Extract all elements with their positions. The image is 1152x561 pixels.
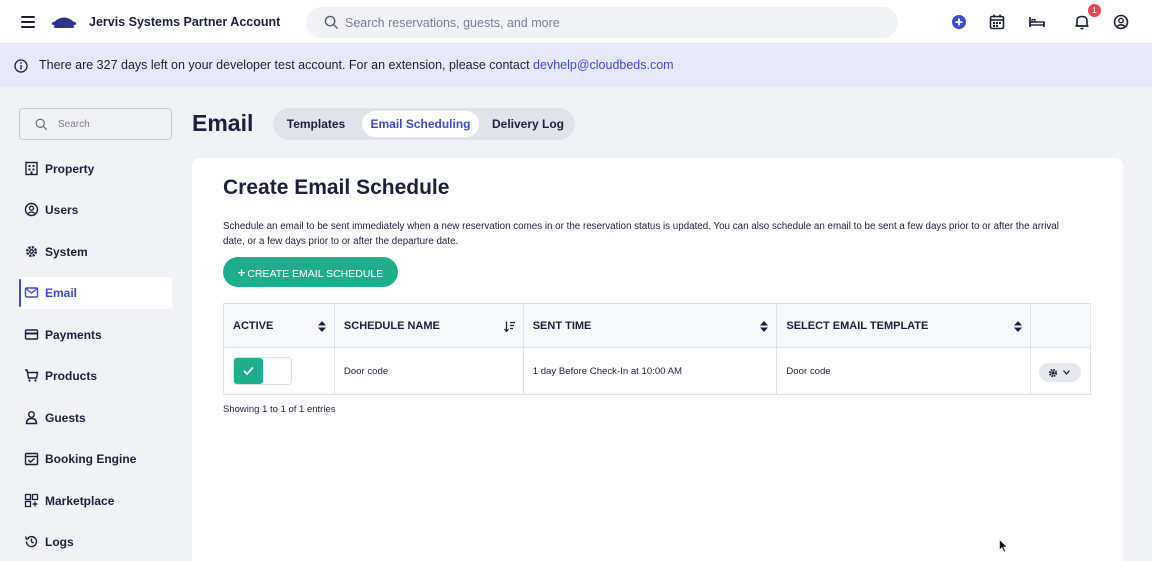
sidebar-item-system[interactable]: System bbox=[19, 236, 172, 268]
sidebar-item-label: System bbox=[45, 245, 88, 259]
search-icon bbox=[35, 118, 48, 131]
calendar-check-icon bbox=[24, 452, 39, 466]
active-toggle[interactable] bbox=[233, 357, 292, 385]
sidebar-search-input[interactable] bbox=[58, 109, 168, 139]
sidebar-item-logs[interactable]: Logs bbox=[19, 526, 172, 558]
table-row: Door code 1 day Before Check-In at 10:00… bbox=[223, 347, 1091, 395]
column-header-select-email-template[interactable]: SELECT EMAIL TEMPLATE bbox=[776, 303, 1032, 348]
sort-icon bbox=[1014, 321, 1023, 332]
mouse-cursor-icon bbox=[999, 539, 1008, 553]
info-icon bbox=[14, 59, 28, 73]
actions-cell bbox=[1030, 347, 1091, 395]
search-icon bbox=[324, 15, 339, 30]
sort-descending-icon bbox=[503, 321, 515, 332]
notification-badge: 1 bbox=[1088, 4, 1101, 17]
sidebar-item-label: Users bbox=[45, 203, 79, 217]
account-name[interactable]: Jervis Systems Partner Account bbox=[89, 15, 280, 29]
column-header-actions bbox=[1030, 303, 1091, 348]
menu-icon[interactable] bbox=[21, 16, 35, 28]
sidebar-item-label: Products bbox=[45, 369, 98, 383]
banner-text: There are 327 days left on your develope… bbox=[39, 58, 674, 72]
column-header-active[interactable]: ACTIVE bbox=[223, 303, 335, 348]
global-search[interactable] bbox=[306, 7, 898, 38]
tab-delivery-log[interactable]: Delivery Log bbox=[484, 111, 572, 137]
user-account-icon[interactable] bbox=[1112, 13, 1130, 31]
chevron-down-icon bbox=[1063, 370, 1071, 375]
table-entries-info: Showing 1 to 1 of 1 entries bbox=[223, 404, 336, 415]
banner-message: There are 327 days left on your develope… bbox=[39, 58, 534, 72]
support-email-link[interactable]: devhelp@cloudbeds.com bbox=[533, 58, 674, 72]
checkmark-icon bbox=[243, 366, 254, 376]
sidebar-item-users[interactable]: Users bbox=[19, 194, 172, 226]
template-cell: Door code bbox=[776, 347, 1032, 395]
person-icon bbox=[25, 411, 38, 425]
add-circle-icon[interactable] bbox=[950, 13, 968, 31]
page-title: Email bbox=[192, 110, 254, 136]
sidebar-item-label: Marketplace bbox=[45, 494, 115, 508]
cloudbeds-logo-icon[interactable] bbox=[51, 12, 77, 30]
column-header-schedule-name[interactable]: SCHEDULE NAME bbox=[333, 303, 524, 348]
global-search-input[interactable] bbox=[345, 7, 865, 38]
row-actions-dropdown[interactable] bbox=[1039, 363, 1082, 382]
active-cell bbox=[223, 347, 335, 395]
create-email-schedule-button[interactable]: + CREATE EMAIL SCHEDULE bbox=[223, 257, 398, 287]
sort-icon bbox=[317, 321, 326, 332]
column-header-label: SCHEDULE NAME bbox=[343, 319, 440, 332]
sidebar-item-label: Email bbox=[45, 286, 78, 300]
column-header-label: ACTIVE bbox=[233, 319, 274, 332]
sidebar-item-property[interactable]: Property bbox=[19, 153, 172, 185]
email-schedule-card: Create Email Schedule Schedule an email … bbox=[192, 158, 1123, 561]
building-icon bbox=[25, 161, 38, 176]
sidebar-item-products[interactable]: Products bbox=[19, 360, 172, 392]
gear-icon bbox=[1048, 368, 1058, 378]
sidebar-item-label: Payments bbox=[45, 328, 102, 342]
sidebar-item-payments[interactable]: Payments bbox=[19, 319, 172, 351]
bed-icon[interactable] bbox=[1028, 13, 1046, 31]
cart-icon bbox=[25, 369, 39, 382]
sidebar-item-booking-engine[interactable]: Booking Engine bbox=[19, 443, 172, 475]
history-icon bbox=[24, 535, 38, 548]
column-header-label: SELECT EMAIL TEMPLATE bbox=[786, 319, 929, 332]
sidebar-item-label: Logs bbox=[45, 535, 74, 549]
sent-time-cell: 1 day Before Check-In at 10:00 AM bbox=[522, 347, 778, 395]
info-banner: There are 327 days left on your develope… bbox=[0, 45, 1152, 87]
tab-templates[interactable]: Templates bbox=[276, 111, 356, 137]
sort-icon bbox=[760, 321, 769, 332]
sidebar-item-label: Guests bbox=[45, 411, 86, 425]
bell-icon[interactable] bbox=[1073, 13, 1091, 31]
section-description: Schedule an email to be sent immediately… bbox=[223, 221, 1059, 247]
toggle-on-state bbox=[234, 358, 263, 384]
sidebar-search[interactable] bbox=[19, 108, 172, 140]
table-header-row: ACTIVE SCHEDULE NAME SENT TIME SELECT EM… bbox=[223, 303, 1091, 348]
sidebar-item-guests[interactable]: Guests bbox=[19, 402, 172, 434]
top-bar: Jervis Systems Partner Account 1 bbox=[0, 0, 1152, 44]
calendar-icon[interactable] bbox=[988, 13, 1006, 31]
email-tabs: Templates Email Scheduling Delivery Log bbox=[273, 108, 575, 140]
sidebar-item-label: Property bbox=[45, 162, 95, 176]
sidebar-item-label: Booking Engine bbox=[45, 452, 137, 466]
apps-icon bbox=[24, 493, 39, 508]
envelope-icon bbox=[24, 287, 39, 298]
create-button-label: CREATE EMAIL SCHEDULE bbox=[247, 267, 384, 280]
tab-email-scheduling[interactable]: Email Scheduling bbox=[362, 111, 479, 137]
plus-icon: + bbox=[237, 264, 246, 280]
sidebar-item-marketplace[interactable]: Marketplace bbox=[19, 485, 172, 517]
credit-card-icon bbox=[24, 329, 39, 340]
sidebar-item-email[interactable]: Email bbox=[19, 277, 172, 309]
email-schedule-table: ACTIVE SCHEDULE NAME SENT TIME SELECT EM… bbox=[223, 303, 1091, 395]
user-circle-icon bbox=[24, 202, 39, 217]
column-header-sent-time[interactable]: SENT TIME bbox=[522, 303, 778, 348]
column-header-label: SENT TIME bbox=[532, 319, 592, 332]
gear-icon bbox=[25, 245, 38, 258]
schedule-name-cell: Door code bbox=[333, 347, 524, 395]
section-title: Create Email Schedule bbox=[223, 176, 450, 199]
